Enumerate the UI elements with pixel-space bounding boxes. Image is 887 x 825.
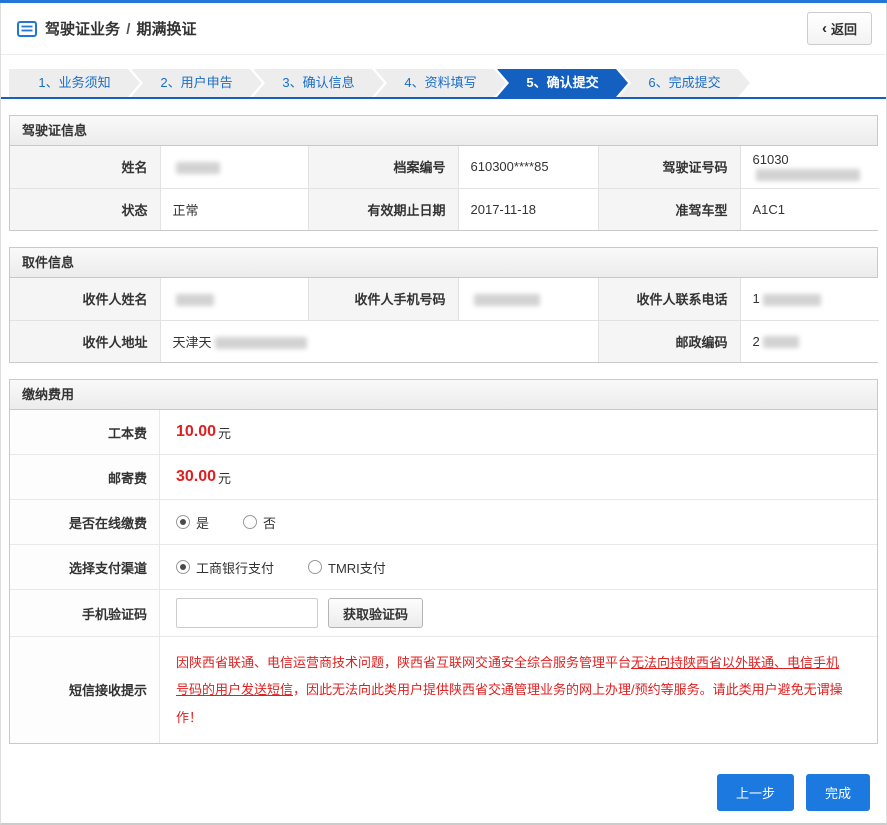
footer-actions: 上一步 完成 [17,773,870,811]
pickup-info-table: 收件人姓名 收件人手机号码 收件人联系电话 1 收件人地址 天津天 邮政编码 2 [10,278,879,362]
table-row: 收件人姓名 收件人手机号码 收件人联系电话 1 [10,278,879,321]
breadcrumb-business: 驾驶证业务 [45,21,121,38]
currency-unit: 元 [218,470,232,486]
section-license-info: 驾驶证信息 姓名 档案编号 610300****85 驾驶证号码 61030 状… [9,115,879,231]
breadcrumb-separator: / [126,21,131,38]
finish-button[interactable]: 完成 [805,773,870,811]
recipient-name-label: 收件人姓名 [10,278,161,321]
production-fee-amount: 10.00 [176,423,217,440]
recipient-tel-value: 1 [739,278,879,321]
section-fees: 缴纳费用 工本费 10.00 元 邮寄费 30.00 元 是否在线缴费 是 否 … [9,379,878,744]
step-2-user-declaration[interactable]: 2、用户申告 [131,69,262,97]
redacted-address [214,337,307,350]
breadcrumb: 驾驶证业务 / 期满换证 [45,18,197,39]
online-pay-yes-label: 是 [196,515,210,531]
sms-code-content: 获取验证码 [160,590,877,636]
recipient-mobile-value [457,278,599,321]
license-number-label: 驾驶证号码 [597,146,741,189]
sms-notice-row: 短信接收提示 因陕西省联通、电信运营商技术问题，陕西省互联网交通安全综合服务管理… [10,637,877,743]
online-payment-options: 是 否 [160,500,877,544]
payment-channel-label: 选择支付渠道 [10,545,160,589]
back-button-label: 返回 [830,22,857,37]
radio-selected-icon [176,515,190,529]
production-fee-row: 工本费 10.00 元 [10,410,877,455]
postage-fee-label: 邮寄费 [10,455,160,499]
redacted-recipient-tel [762,293,821,306]
channel-tmri-label: TMRI支付 [328,560,386,576]
recipient-name-value [159,278,309,321]
online-payment-label: 是否在线缴费 [10,500,160,544]
license-info-table: 姓名 档案编号 610300****85 驾驶证号码 61030 状态 正常 有… [10,146,879,230]
address-value: 天津天 [159,319,599,362]
table-row: 状态 正常 有效期止日期 2017-11-18 准驾车型 A1C1 [10,187,879,230]
payment-channel-row: 选择支付渠道 工商银行支付 TMRI支付 [10,545,877,590]
back-chevron-icon: ‹ [821,20,827,37]
redacted-recipient-mobile [473,293,540,306]
address-label: 收件人地址 [10,319,161,362]
postcode-value: 2 [739,319,879,362]
radio-unselected-icon [308,560,323,574]
page-container: 驾驶证业务 / 期满换证 ‹ 返回 1、业务须知 2、用户申告 3、确认信息 4… [0,3,887,825]
sms-notice-content: 因陕西省联通、电信运营商技术问题，陕西省互联网交通安全综合服务管理平台无法向持陕… [160,637,877,743]
radio-selected-icon [176,560,190,574]
online-payment-row: 是否在线缴费 是 否 [10,500,877,545]
postage-fee-row: 邮寄费 30.00 元 [10,455,877,500]
payment-channel-options: 工商银行支付 TMRI支付 [160,545,877,589]
vehicle-type-value: A1C1 [739,187,879,230]
redacted-license-number [755,169,860,182]
step-nav: 1、业务须知 2、用户申告 3、确认信息 4、资料填写 5、确认提交 6、完成提… [1,69,886,99]
table-row: 收件人地址 天津天 邮政编码 2 [10,319,879,362]
file-number-value: 610300****85 [457,146,599,189]
name-value [159,146,309,189]
channel-tmri-radio[interactable]: TMRI支付 [308,558,386,577]
step-1-business-notice[interactable]: 1、业务须知 [9,69,140,97]
status-value: 正常 [159,187,309,230]
sms-notice-label: 短信接收提示 [10,637,160,743]
section-pickup-info: 取件信息 收件人姓名 收件人手机号码 收件人联系电话 1 收件人地址 天津天 邮… [9,247,879,363]
sms-code-input[interactable] [176,598,318,628]
recipient-mobile-label: 收件人手机号码 [307,278,459,321]
name-label: 姓名 [10,146,161,189]
step-5-confirm-submit[interactable]: 5、确认提交 [497,69,628,97]
business-menu-icon [17,20,37,37]
online-pay-no-label: 否 [263,515,277,531]
production-fee-label: 工本费 [10,410,160,454]
redacted-recipient-name [175,293,214,306]
breadcrumb-page: 期满换证 [136,21,197,38]
postage-fee-value: 30.00 元 [160,455,877,499]
back-button[interactable]: ‹ 返回 [806,12,872,45]
prev-step-button[interactable]: 上一步 [716,773,794,811]
pickup-section-title: 取件信息 [10,248,877,278]
sms-notice-text: 因陕西省联通、电信运营商技术问题，陕西省互联网交通安全综合服务管理平台无法向持陕… [176,655,843,725]
recipient-tel-label: 收件人联系电话 [597,278,741,321]
channel-icbc-radio[interactable]: 工商银行支付 [176,558,274,577]
vehicle-type-label: 准驾车型 [597,187,741,230]
production-fee-value: 10.00 元 [160,410,877,454]
page-header: 驾驶证业务 / 期满换证 ‹ 返回 [1,3,886,55]
postcode-label: 邮政编码 [597,319,741,362]
channel-icbc-label: 工商银行支付 [196,560,275,576]
license-section-title: 驾驶证信息 [10,116,877,146]
fees-section-title: 缴纳费用 [10,380,877,410]
license-number-value: 61030 [739,146,879,189]
radio-unselected-icon [243,515,258,529]
postage-fee-amount: 30.00 [176,468,217,485]
sms-code-label: 手机验证码 [10,590,160,636]
step-6-complete-submit[interactable]: 6、完成提交 [619,69,750,97]
table-row: 姓名 档案编号 610300****85 驾驶证号码 61030 [10,146,879,189]
step-4-fill-info[interactable]: 4、资料填写 [375,69,506,97]
online-pay-no-radio[interactable]: 否 [243,513,276,532]
step-3-confirm-info[interactable]: 3、确认信息 [253,69,384,97]
status-label: 状态 [10,187,161,230]
redacted-name [175,161,220,174]
file-number-label: 档案编号 [307,146,459,189]
online-pay-yes-radio[interactable]: 是 [176,513,209,532]
expiry-value: 2017-11-18 [457,187,599,230]
redacted-postcode [762,336,799,349]
expiry-label: 有效期止日期 [307,187,459,230]
get-sms-code-button[interactable]: 获取验证码 [328,598,424,628]
sms-code-row: 手机验证码 获取验证码 [10,590,877,637]
currency-unit: 元 [218,425,232,441]
